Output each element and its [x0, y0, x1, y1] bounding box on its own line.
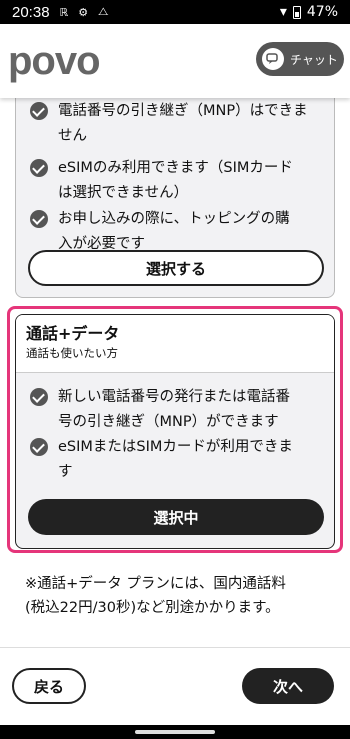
- back-button[interactable]: 戻る: [12, 668, 86, 704]
- app-header: povo チャット: [0, 24, 350, 98]
- plan-card-call-data[interactable]: 通話+データ 通話も使いたい方 新しい電話番号の発行または電話番 号の引き継ぎ（…: [15, 314, 335, 549]
- plan-feature: eSIMまたはSIMカードが利用できま す: [30, 435, 322, 485]
- select-plan-button[interactable]: 選択する: [28, 250, 324, 286]
- home-gesture-handle[interactable]: [135, 730, 215, 734]
- footer-nav: 戻る 次へ: [0, 647, 350, 725]
- check-icon: [30, 438, 48, 456]
- selected-plan-button[interactable]: 選択中: [28, 499, 324, 535]
- chat-button[interactable]: チャット: [256, 42, 344, 76]
- plan-note: ※通話+データ プランには、国内通話料 (税込22円/30秒)など別途かかります…: [25, 576, 286, 616]
- plan-card-data-only: 電話番号の引き継ぎ（MNP）はできま せん eSIMのみ利用できます（SIMカー…: [15, 98, 335, 298]
- status-bar: 20:38 ℝ ⚙ ⧍ ▾ 47%: [0, 0, 350, 24]
- plan-header: 通話+データ 通話も使いたい方: [16, 315, 334, 373]
- check-icon: [30, 388, 48, 406]
- povo-logo[interactable]: povo: [8, 41, 101, 81]
- plan-list[interactable]: 電話番号の引き継ぎ（MNP）はできま せん eSIMのみ利用できます（SIMカー…: [0, 98, 350, 647]
- check-icon: [30, 102, 48, 120]
- plan-feature: eSIMのみ利用できます（SIMカード は選択できません）: [30, 156, 322, 206]
- status-time: 20:38: [12, 3, 50, 21]
- check-icon: [30, 210, 48, 228]
- system-nav-bar: [0, 725, 350, 739]
- navigation-icon: ⧍: [98, 5, 109, 18]
- check-icon: [30, 159, 48, 177]
- next-button[interactable]: 次へ: [242, 668, 334, 704]
- rakuten-pay-icon: ℝ: [59, 5, 69, 19]
- plan-feature: 電話番号の引き継ぎ（MNP）はできま せん: [30, 99, 322, 149]
- plan-name: 通話+データ: [26, 324, 120, 343]
- chat-label: チャット: [290, 52, 338, 67]
- battery-level: 47%: [306, 4, 338, 20]
- wifi-icon: ▾: [279, 4, 287, 20]
- plan-subtitle: 通話も使いたい方: [26, 346, 118, 360]
- battery-icon: [292, 5, 301, 19]
- chat-icon: [262, 48, 284, 70]
- settings-icon: ⚙: [78, 5, 89, 19]
- plan-feature: 新しい電話番号の発行または電話番 号の引き継ぎ（MNP）ができます: [30, 385, 322, 435]
